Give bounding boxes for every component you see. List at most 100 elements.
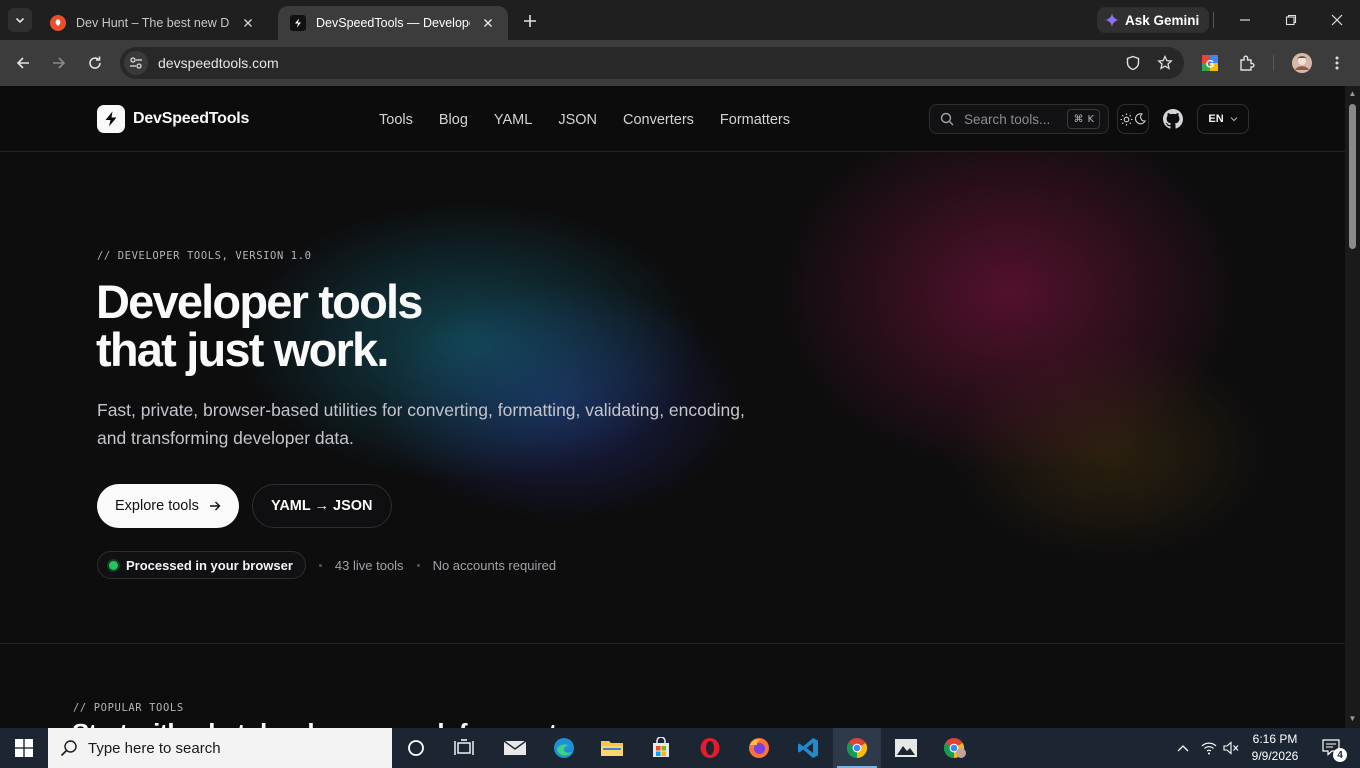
explore-tools-button[interactable]: Explore tools (97, 484, 239, 528)
nav-converters[interactable]: Converters (610, 108, 707, 132)
brand-logo-link[interactable]: DevSpeedTools (97, 105, 249, 133)
bolt-logo-icon (97, 105, 125, 133)
tool-search[interactable]: ⌘ K (929, 104, 1109, 134)
avatar (1292, 53, 1312, 73)
hero-badges: Processed in your browser 43 live tools … (97, 551, 556, 579)
nav-formatters[interactable]: Formatters (707, 108, 803, 132)
page-scrollbar[interactable]: ▲ ▼ (1345, 86, 1360, 728)
rocket-icon (50, 15, 66, 31)
taskbar-search[interactable]: Type here to search (48, 728, 392, 768)
tab-dev-hunt[interactable]: Dev Hunt – The best new Dev Tools (38, 6, 268, 40)
github-link[interactable] (1160, 106, 1186, 132)
minimize-button[interactable] (1231, 8, 1259, 32)
vscode-app[interactable] (784, 728, 832, 768)
task-view-icon (454, 739, 474, 755)
system-clock[interactable]: 6:16 PM 9/9/2026 (1244, 731, 1306, 765)
language-select[interactable]: EN (1197, 104, 1249, 134)
restore-icon (1285, 14, 1297, 26)
photos-app[interactable] (882, 728, 930, 768)
language-value: EN (1208, 113, 1224, 125)
back-button[interactable] (9, 49, 37, 77)
puzzle-icon (1240, 55, 1255, 71)
chevron-down-icon (15, 17, 25, 24)
ask-gemini-button[interactable]: Ask Gemini (1097, 7, 1210, 33)
folder-icon (601, 741, 623, 756)
nav-json[interactable]: JSON (545, 108, 610, 132)
opera-icon (700, 738, 720, 758)
mail-icon (503, 740, 527, 755)
shield-button[interactable] (1120, 50, 1146, 76)
bolt-icon (290, 15, 306, 31)
notification-count-badge: 4 (1333, 748, 1347, 762)
firefox-app[interactable] (735, 728, 783, 768)
start-button[interactable] (0, 728, 48, 768)
network-button[interactable] (1198, 728, 1220, 768)
search-input[interactable] (964, 111, 1068, 127)
tab-title: DevSpeedTools — Developer tools (316, 16, 470, 30)
close-window-button[interactable] (1323, 8, 1351, 32)
status-dot-icon (109, 560, 118, 570)
popular-heading: Start with what developers reach for mos… (72, 718, 557, 728)
yaml-to-json-button[interactable]: YAML → JSON (252, 484, 392, 528)
plus-icon (524, 15, 536, 27)
close-tab-icon[interactable] (240, 15, 256, 31)
chrome-app[interactable] (833, 728, 881, 768)
extensions-button[interactable] (1233, 49, 1261, 77)
chrome-profile-app[interactable] (931, 728, 979, 768)
reload-button[interactable] (81, 49, 109, 77)
nav-blog[interactable]: Blog (426, 108, 481, 132)
page-viewport: DevSpeedTools Tools Blog YAML JSON Conve… (0, 86, 1345, 728)
minimize-icon (1240, 19, 1250, 21)
scroll-up-icon[interactable]: ▲ (1348, 89, 1357, 98)
tab-title: Dev Hunt – The best new Dev Tools (76, 16, 230, 30)
nav-yaml[interactable]: YAML (481, 108, 545, 132)
site-info-button[interactable] (124, 51, 148, 75)
windows-logo-icon (15, 739, 33, 757)
volume-muted-icon (1223, 741, 1239, 755)
search-icon (940, 112, 956, 126)
clock-time: 6:16 PM (1252, 732, 1298, 746)
scroll-thumb[interactable] (1349, 104, 1356, 249)
command-key: ⌘ (1073, 113, 1084, 125)
arrow-right-icon (209, 501, 221, 511)
status-badge: Processed in your browser (97, 551, 306, 579)
new-tab-button[interactable] (519, 10, 541, 32)
tool-count: 43 live tools (334, 557, 404, 573)
chrome-icon (846, 738, 868, 759)
profile-button[interactable] (1288, 49, 1316, 77)
edge-app[interactable] (540, 728, 588, 768)
bookmark-button[interactable] (1152, 50, 1178, 76)
firefox-icon (749, 738, 769, 758)
moon-icon (1135, 113, 1146, 125)
show-hidden-icons-button[interactable] (1172, 728, 1194, 768)
theme-toggle-button[interactable] (1117, 104, 1149, 134)
chrome-menu-button[interactable] (1323, 49, 1351, 77)
notifications-button[interactable]: 4 (1314, 728, 1350, 768)
address-bar[interactable]: devspeedtools.com (120, 47, 1184, 79)
brand-name: DevSpeedTools (133, 110, 250, 127)
mail-app[interactable] (491, 728, 539, 768)
opera-app[interactable] (686, 728, 734, 768)
nav-tools[interactable]: Tools (366, 108, 426, 132)
status-badge-label: Processed in your browser (126, 557, 293, 573)
forward-button[interactable] (45, 49, 73, 77)
star-icon (1157, 55, 1173, 70)
close-tab-icon[interactable] (480, 15, 496, 31)
gemini-sparkle-icon (1105, 13, 1119, 27)
cortana-button[interactable] (392, 728, 440, 768)
browser-toolbar: devspeedtools.com G (0, 40, 1360, 86)
scroll-down-icon[interactable]: ▼ (1348, 714, 1357, 723)
volume-button[interactable] (1220, 728, 1242, 768)
arrow-right-icon (53, 57, 66, 69)
google-extension-button[interactable]: G (1196, 49, 1224, 77)
store-app[interactable] (637, 728, 685, 768)
task-view-button[interactable] (440, 728, 488, 768)
tab-devspeedtools[interactable]: DevSpeedTools — Developer tools (278, 6, 508, 40)
url-text[interactable]: devspeedtools.com (158, 55, 1120, 71)
wifi-icon (1201, 742, 1217, 755)
shield-icon (1126, 55, 1140, 71)
restore-button[interactable] (1277, 8, 1305, 32)
file-explorer-app[interactable] (588, 728, 636, 768)
tab-search-button[interactable] (8, 8, 32, 32)
hero-title-line-1: Developer tools (96, 275, 423, 328)
